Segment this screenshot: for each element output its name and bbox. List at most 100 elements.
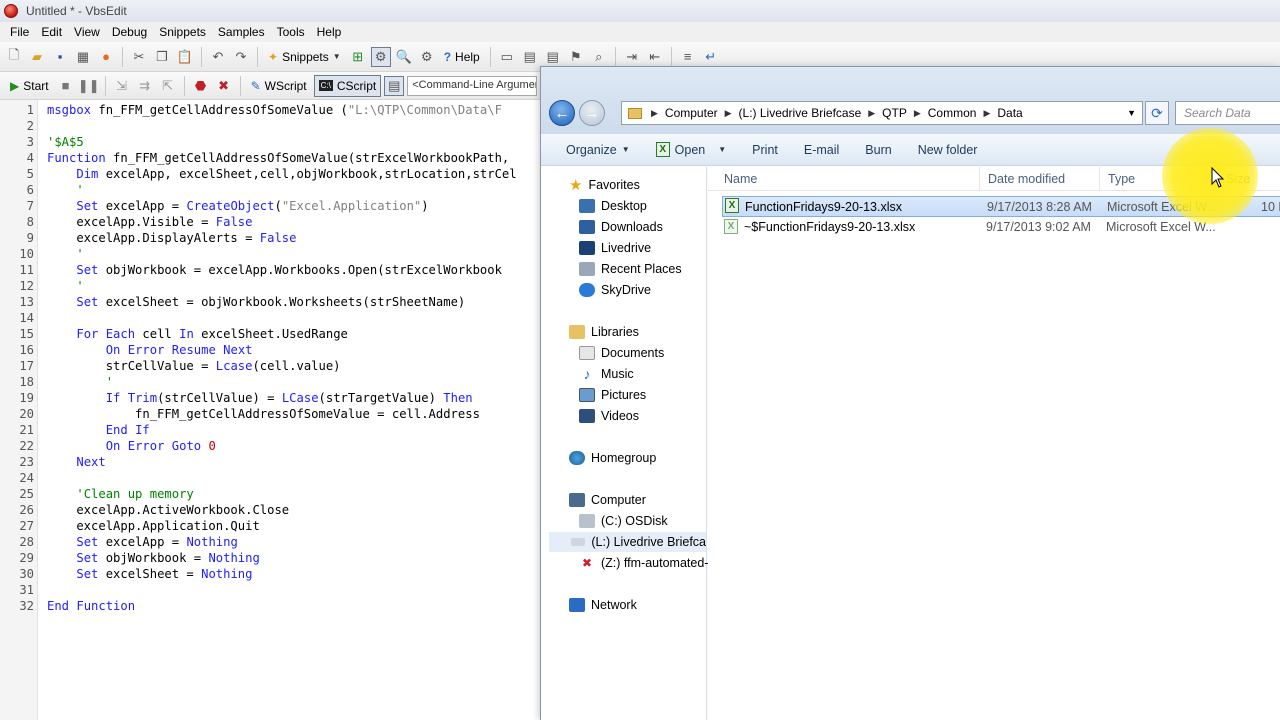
clear-breakpoints-icon[interactable]: ✖ [214,76,234,96]
breadcrumb-computer[interactable]: Computer [665,106,718,120]
code-line[interactable]: 14 [0,310,541,326]
new-file-icon[interactable]: 🗋 [4,47,24,67]
refresh-icon[interactable]: ⟳ [1145,101,1169,125]
menu-edit[interactable]: Edit [35,25,68,39]
column-name[interactable]: Name [716,167,980,191]
code-line[interactable]: 19 If Trim(strCellValue) = LCase(strTarg… [0,390,541,406]
object-browser-icon[interactable]: ⚙ [370,46,391,67]
nav-computer[interactable]: Computer [569,490,646,510]
menu-debug[interactable]: Debug [106,25,153,39]
save-icon[interactable]: ▪ [50,47,70,67]
breadcrumb-common[interactable]: Common [928,106,977,120]
code-editor[interactable]: 1 msgbox fn_FFM_getCellAddressOfSomeValue… [0,100,541,720]
open-button[interactable]: X Open ▼ [655,142,726,157]
search-input[interactable]: Search Data [1175,101,1280,125]
breadcrumb-qtp[interactable]: QTP [882,106,907,120]
stop-icon[interactable]: ■ [56,76,76,96]
nav-livedrive-briefcase[interactable]: (L:) Livedrive Briefca [549,532,706,552]
wscript-button[interactable]: ✎ WScript [247,75,311,97]
find-icon[interactable]: 🔍 [394,47,414,67]
code-line[interactable]: 9 excelApp.DisplayAlerts = False [0,230,541,246]
step-out-icon[interactable]: ⇱ [158,76,178,96]
window-icon[interactable]: ▭ [497,47,517,67]
forward-button[interactable]: → [579,100,605,126]
undo-icon[interactable]: ↶ [208,47,228,67]
code-line[interactable]: 17 strCellValue = Lcase(cell.value) [0,358,541,374]
insert-icon[interactable]: ⊞ [348,47,368,67]
nav-network[interactable]: Network [569,595,637,615]
save-all-icon[interactable]: ▦ [73,47,93,67]
outdent-icon[interactable]: ⇤ [645,47,665,67]
address-dropdown-icon[interactable]: ▼ [1127,108,1136,118]
pause-icon[interactable]: ❚❚ [78,76,100,96]
code-line[interactable]: 16 On Error Resume Next [0,342,541,358]
code-line[interactable]: 22 On Error Goto 0 [0,438,541,454]
code-line[interactable]: 30 Set excelSheet = Nothing [0,566,541,582]
breakpoint-icon[interactable]: ⬣ [191,76,211,96]
code-line[interactable]: 29 Set objWorkbook = Nothing [0,550,541,566]
code-line[interactable]: 5 Dim excelApp, excelSheet,cell,objWorkb… [0,166,541,182]
snippets-button[interactable]: ✦ Snippets ▼ [264,46,345,68]
code-line[interactable]: 6 ' [0,182,541,198]
help-button[interactable]: ? Help [440,46,484,68]
burn-button[interactable]: Burn [865,143,891,157]
organize-button[interactable]: Organize ▼ [566,143,630,157]
code-line[interactable]: 26 excelApp.ActiveWorkbook.Close [0,502,541,518]
code-line[interactable]: 11 Set objWorkbook = excelApp.Workbooks.… [0,262,541,278]
nav-osdisk[interactable]: (C:) OSDisk [579,511,668,531]
code-line[interactable]: 4 Function fn_FFM_getCellAddressOfSomeVal… [0,150,541,166]
new-folder-button[interactable]: New folder [918,143,978,157]
menu-samples[interactable]: Samples [212,25,271,39]
menu-tools[interactable]: Tools [271,25,311,39]
nav-favorites[interactable]: ★ Favorites [569,175,640,195]
code-line[interactable]: 8 excelApp.Visible = False [0,214,541,230]
address-bar[interactable]: ▶ Computer ▶ (L:) Livedrive Briefcase ▶ … [621,101,1143,125]
wrap-icon[interactable]: ↵ [701,47,721,67]
nav-desktop[interactable]: Desktop [579,196,647,216]
code-line[interactable]: 7 Set excelApp = CreateObject("Excel.App… [0,198,541,214]
code-line[interactable]: 12 ' [0,278,541,294]
bookmark-icon[interactable]: ⚑ [566,47,586,67]
nav-livedrive[interactable]: Livedrive [579,238,651,258]
email-button[interactable]: E-mail [804,143,839,157]
menu-file[interactable]: File [4,25,35,39]
code-line[interactable]: 27 excelApp.Application.Quit [0,518,541,534]
code-line[interactable]: 31 [0,582,541,598]
code-line[interactable]: 3 '$A$5 [0,134,541,150]
nav-recent-places[interactable]: Recent Places [579,259,682,279]
record-icon[interactable]: ● [96,47,116,67]
code-line[interactable]: 23 Next [0,454,541,470]
nav-z-drive[interactable]: ✖ (Z:) ffm-automated- [579,553,708,573]
nav-pictures[interactable]: Pictures [579,385,646,405]
cut-icon[interactable]: ✂ [129,47,149,67]
code-line[interactable]: 18 ' [0,374,541,390]
nav-downloads[interactable]: Downloads [579,217,663,237]
nav-skydrive[interactable]: SkyDrive [579,280,651,300]
code-line[interactable]: 24 [0,470,541,486]
copy-icon[interactable]: ❐ [152,47,172,67]
redo-icon[interactable]: ↷ [231,47,251,67]
code-line[interactable]: 15 For Each cell In excelSheet.UsedRange [0,326,541,342]
code-line[interactable]: 25 'Clean up memory [0,486,541,502]
print-button[interactable]: Print [752,143,778,157]
nav-libraries[interactable]: Libraries [569,322,639,342]
arguments-icon[interactable]: ▤ [384,75,405,96]
step-into-icon[interactable]: ⇲ [112,76,132,96]
menu-snippets[interactable]: Snippets [153,25,212,39]
align-icon[interactable]: ≡ [678,47,698,67]
nav-videos[interactable]: Videos [579,406,639,426]
code-line[interactable]: 32 End Function [0,598,541,614]
code-line[interactable]: 10 ' [0,246,541,262]
search-replace-icon[interactable]: ⌕ [589,47,609,67]
code-line[interactable]: 28 Set excelApp = Nothing [0,534,541,550]
cscript-button[interactable]: C:\ CScript [313,74,382,97]
breadcrumb-livedrive[interactable]: (L:) Livedrive Briefcase [739,106,862,120]
command-line-arguments-field[interactable]: <Command-Line Argument [407,75,538,96]
indent-icon[interactable]: ⇥ [622,47,642,67]
code-line[interactable]: 20 fn_FFM_getCellAddressOfSomeValue = ce… [0,406,541,422]
step-over-icon[interactable]: ⇉ [135,76,155,96]
nav-homegroup[interactable]: Homegroup [569,448,656,468]
paste-icon[interactable]: 📋 [175,47,195,67]
settings-icon[interactable]: ⚙ [417,47,437,67]
code-line[interactable]: 13 Set excelSheet = objWorkbook.Workshee… [0,294,541,310]
